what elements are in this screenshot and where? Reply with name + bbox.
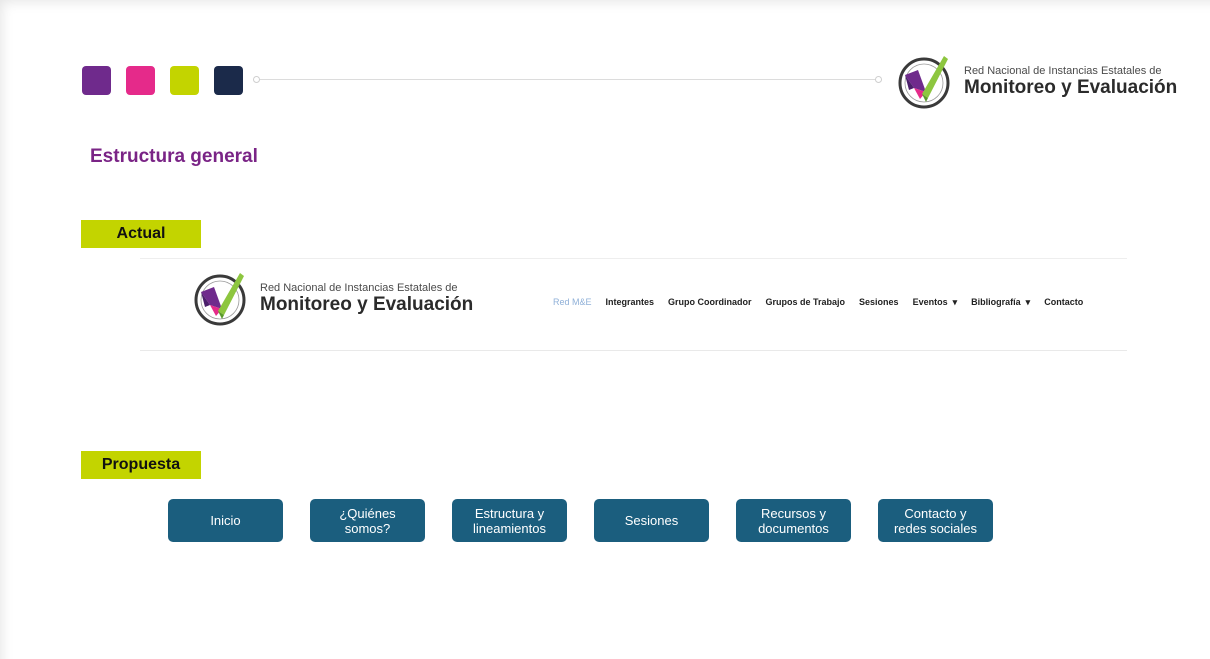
nav-item-eventos[interactable]: Eventos ▾ [913,297,958,308]
current-navbar-preview: Red Nacional de Instancias Estatales de … [140,258,1127,351]
nav-item-grupo-coordinador[interactable]: Grupo Coordinador [668,297,752,308]
header-divider [256,79,878,80]
color-squares [82,66,243,95]
proposed-button-estructura[interactable]: Estructura y lineamientos [452,499,567,542]
divider-end-dot [875,76,882,83]
slide: Red Nacional de Instancias Estatales de … [0,0,1210,659]
nav-item-grupos-de-trabajo[interactable]: Grupos de Trabajo [766,297,846,308]
network-logo-icon [194,273,246,326]
proposed-button-recursos[interactable]: Recursos y documentos [736,499,851,542]
actual-tag: Actual [81,220,201,248]
chevron-down-icon: ▾ [952,297,958,307]
navy-square [214,66,243,95]
nav-item-sesiones[interactable]: Sesiones [859,297,899,308]
navbar-logo-subtitle: Red Nacional de Instancias Estatales de [260,281,458,294]
proposed-button-inicio[interactable]: Inicio [168,499,283,542]
purple-square [82,66,111,95]
navbar-logo-title: Monitoreo y Evaluación [260,293,474,315]
nav-item-integrantes[interactable]: Integrantes [606,297,655,308]
navbar-menu: Red M&E Integrantes Grupo Coordinador Gr… [553,297,1083,308]
logo-title: Monitoreo y Evaluación [964,76,1178,98]
chevron-down-icon: ▾ [1025,297,1031,307]
header-logo: Red Nacional de Instancias Estatales de … [896,50,1177,112]
propuesta-tag: Propuesta [81,451,201,479]
magenta-square [126,66,155,95]
nav-item-red-me[interactable]: Red M&E [553,297,592,308]
network-logo-icon [898,56,950,109]
nav-item-contacto[interactable]: Contacto [1044,297,1083,308]
proposed-button-sesiones[interactable]: Sesiones [594,499,709,542]
section-title: Estructura general [90,146,258,167]
nav-item-eventos-label: Eventos [912,297,948,307]
divider-start-dot [253,76,260,83]
navbar-logo[interactable]: Red Nacional de Instancias Estatales de … [192,267,473,329]
nav-item-bibliografia-label: Bibliografía [971,297,1021,307]
logo-subtitle: Red Nacional de Instancias Estatales de [964,64,1162,77]
proposed-menu: Inicio ¿Quiénes somos? Estructura y line… [168,499,993,542]
nav-item-bibliografia[interactable]: Bibliografía ▾ [971,297,1030,308]
lime-square [170,66,199,95]
proposed-button-quienes-somos[interactable]: ¿Quiénes somos? [310,499,425,542]
proposed-button-contacto[interactable]: Contacto y redes sociales [878,499,993,542]
